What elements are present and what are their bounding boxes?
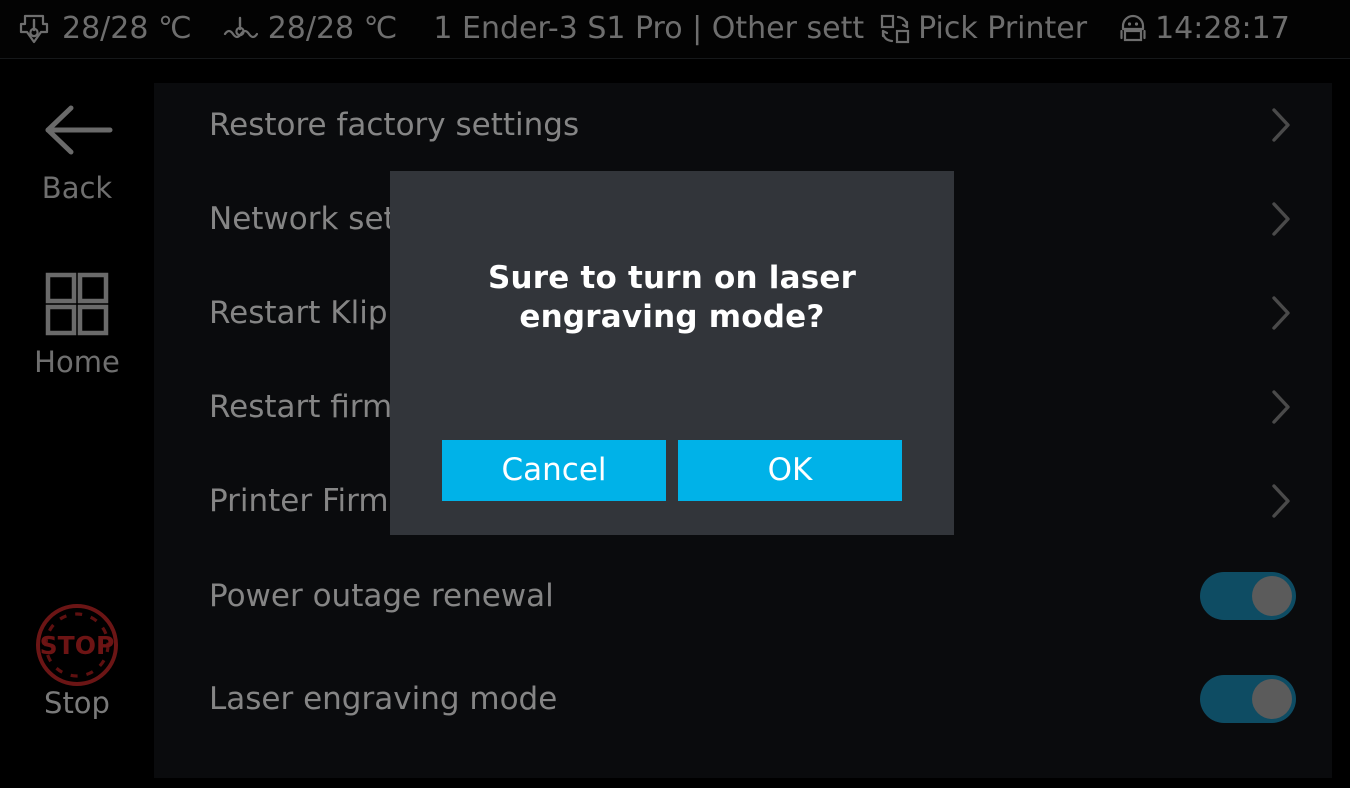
heated-bed-temperature-icon [220,9,260,49]
bed-temperature-group[interactable]: 28/28 ℃ [220,0,426,59]
list-row-laser-engraving-mode[interactable]: Laser engraving mode [154,652,1332,746]
sidebar-item-home-label: Home [34,345,120,379]
chevron-right-icon [1266,199,1296,239]
clock-group: 14:28:17 [1113,0,1290,59]
printer-robot-icon [1113,9,1153,49]
sidebar-item-back-label: Back [41,171,113,205]
list-row-label: Power outage renewal [209,578,554,614]
printer-title: 1 Ender-3 S1 Pro | Other sett [433,11,865,46]
toggle-knob [1252,576,1292,616]
sidebar-item-stop-label: Stop [44,686,110,720]
dialog-button-row: Cancel OK [442,440,902,501]
touchscreen-root: 28/28 ℃ 28/28 ℃ 1 Ender-3 S1 Pro | Other… [0,0,1350,788]
confirm-dialog: Sure to turn on laser engraving mode? Ca… [390,171,954,535]
toggle-knob [1252,679,1292,719]
grid-home-icon [42,266,112,342]
list-row-label: Restore factory settings [209,107,580,143]
sidebar-item-stop[interactable]: STOP Stop [0,604,154,720]
sidebar-item-home[interactable]: Home [0,266,154,378]
stop-icon-text: STOP [40,631,115,660]
ok-button[interactable]: OK [678,440,902,501]
laser-engraving-mode-toggle[interactable] [1200,675,1296,723]
chevron-right-icon [1266,293,1296,333]
stop-icon: STOP [31,604,123,686]
pick-printer-label: Pick Printer [918,11,1088,46]
power-outage-renewal-toggle[interactable] [1200,572,1296,620]
chevron-right-icon [1266,481,1296,521]
list-row-power-outage-renewal[interactable]: Power outage renewal [154,549,1332,643]
chevron-right-icon [1266,105,1296,145]
bed-temperature-value: 28/28 ℃ [267,11,398,46]
clock-value: 14:28:17 [1155,11,1290,46]
pick-printer-button[interactable]: Pick Printer [876,0,1113,59]
list-row-label: Laser engraving mode [209,681,558,717]
arrow-left-icon [38,92,116,168]
sidebar-item-back[interactable]: Back [0,92,154,204]
status-bar: 28/28 ℃ 28/28 ℃ 1 Ender-3 S1 Pro | Other… [0,0,1350,59]
cancel-button[interactable]: Cancel [442,440,666,501]
nozzle-temperature-value: 28/28 ℃ [62,11,192,46]
chevron-right-icon [1266,387,1296,427]
dialog-message: Sure to turn on laser engraving mode? [487,260,857,335]
list-row-restore-factory-settings[interactable]: Restore factory settings [154,83,1332,172]
swap-printers-icon [876,9,916,49]
nozzle-temperature-icon [14,9,54,49]
sidebar: Back Home STOP Stop [0,59,154,788]
nozzle-temperature-group[interactable]: 28/28 ℃ [14,0,220,59]
